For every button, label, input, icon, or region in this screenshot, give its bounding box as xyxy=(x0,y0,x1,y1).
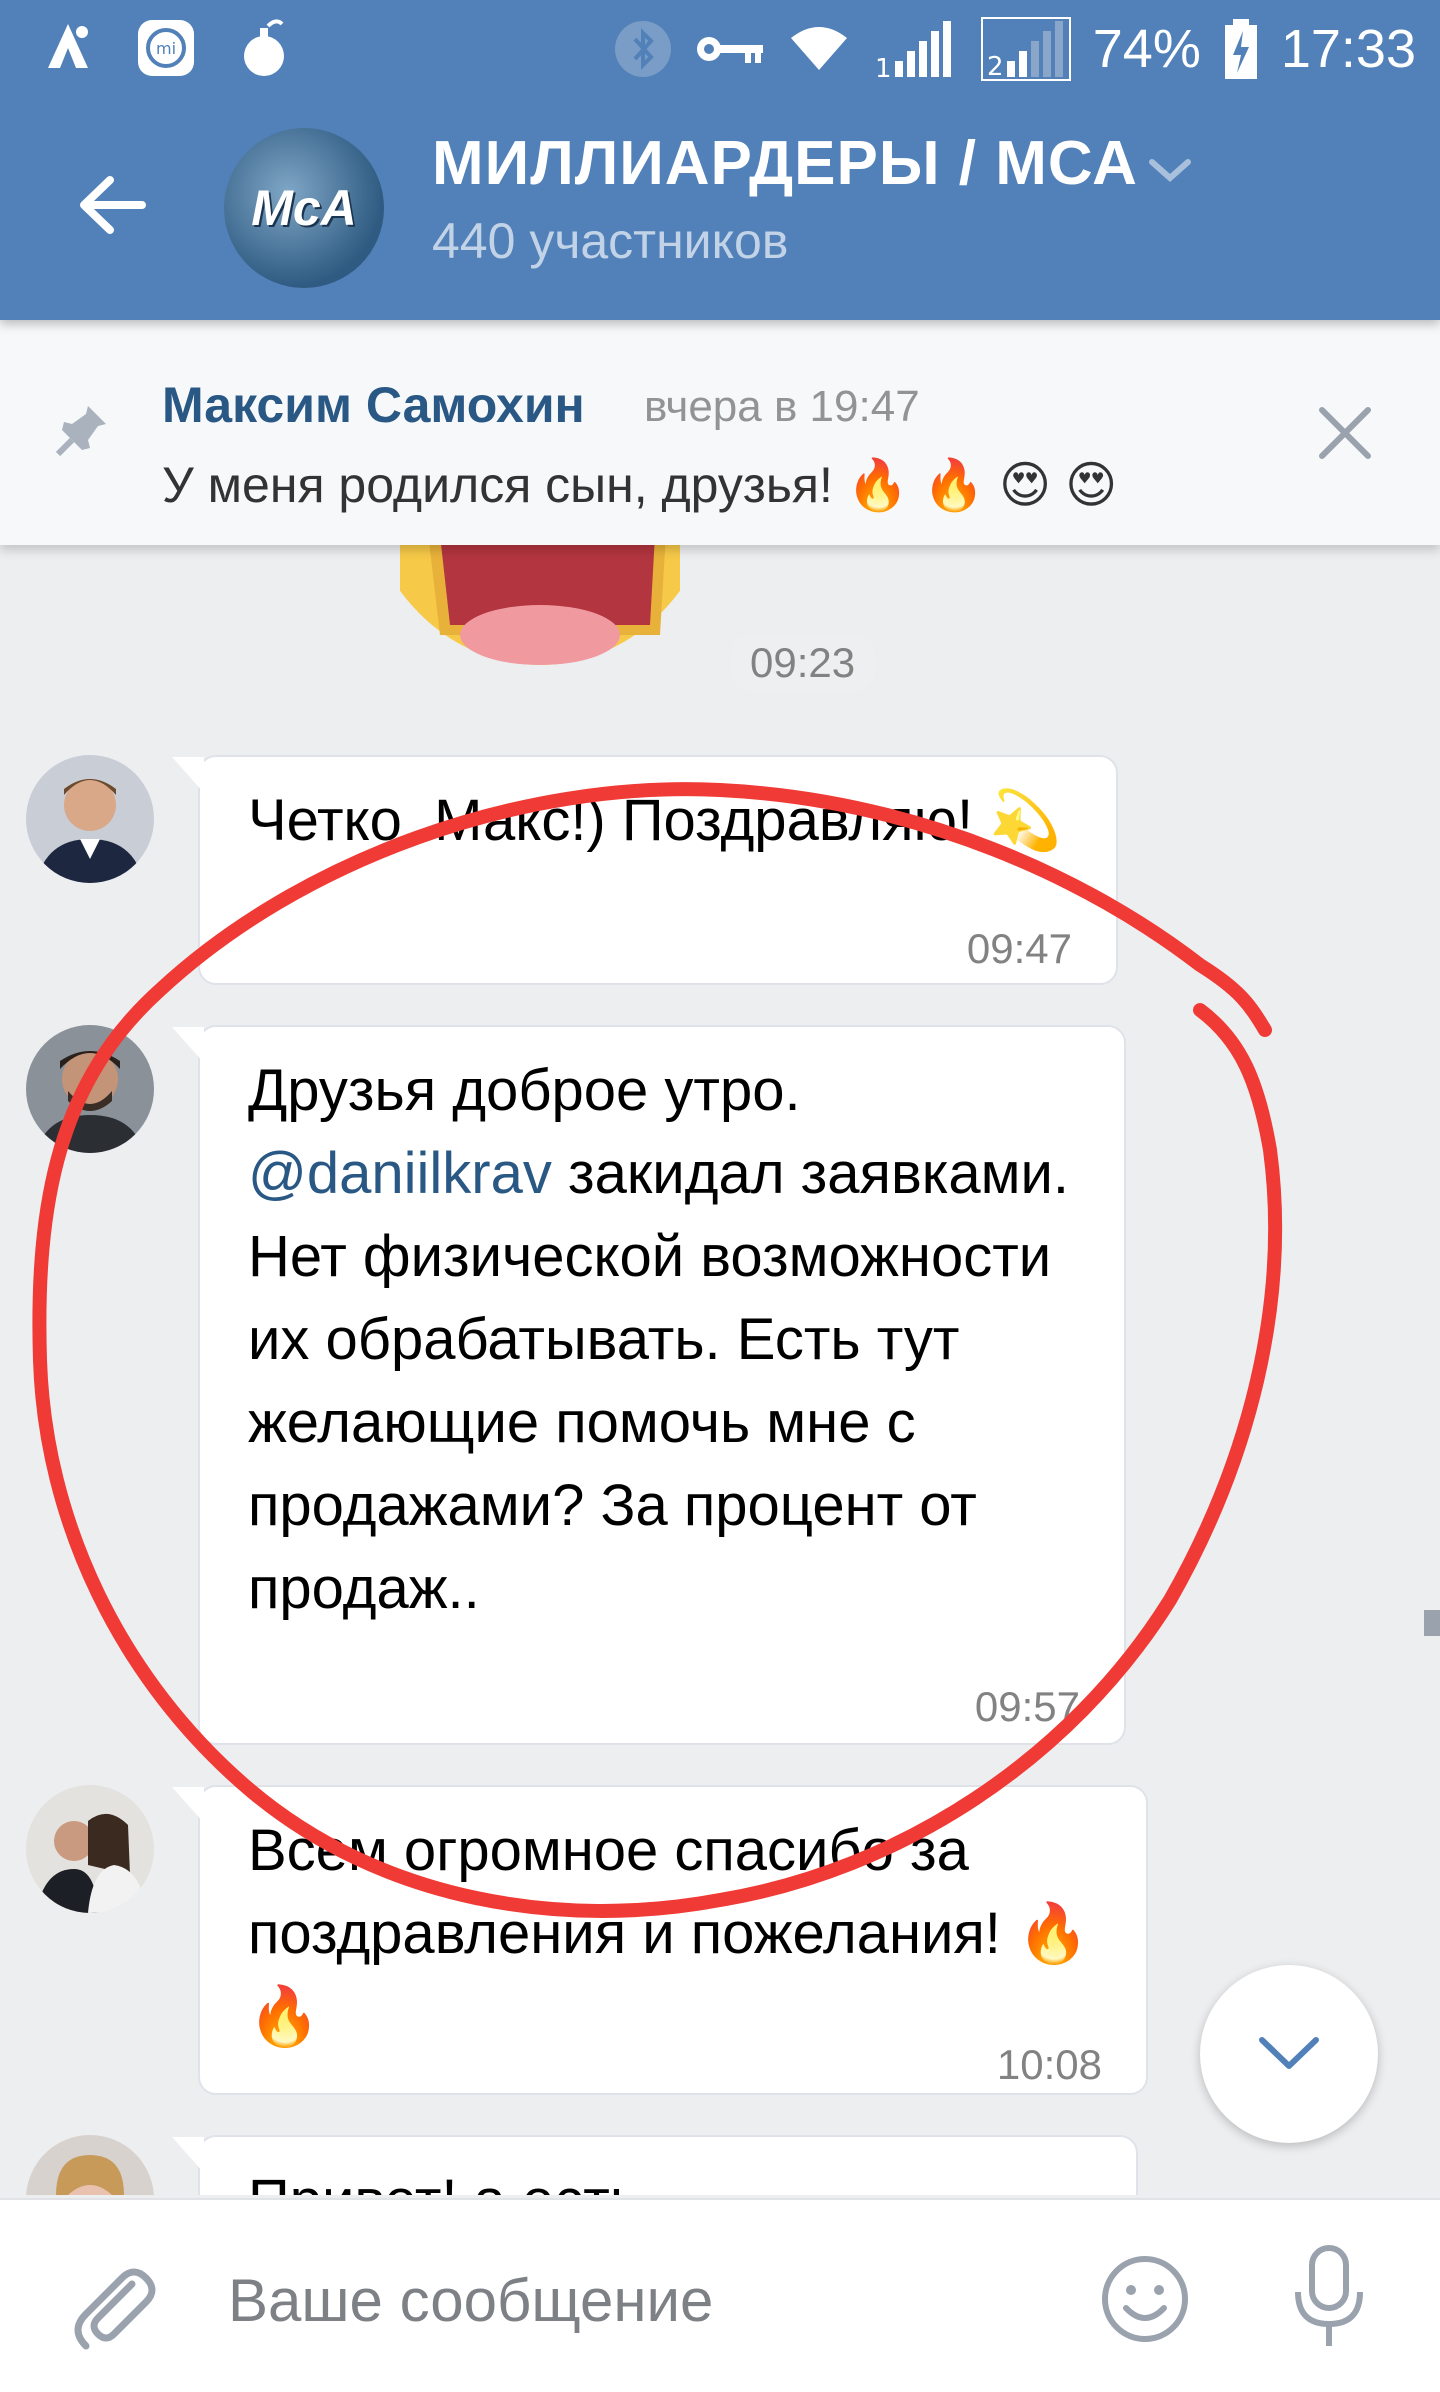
avatar[interactable] xyxy=(26,2135,154,2195)
bomb-icon xyxy=(232,16,296,80)
pinned-time: вчера в 19:47 xyxy=(644,382,920,431)
message-bubble[interactable]: Привет! а есть xyxy=(172,2135,1138,2195)
message-input[interactable] xyxy=(228,2250,988,2350)
close-icon[interactable] xyxy=(1316,404,1374,462)
scrollbar-thumb[interactable] xyxy=(1424,1610,1440,1636)
pinned-message[interactable]: Максим Самохин вчера в 19:47 У меня роди… xyxy=(0,320,1440,545)
sticker xyxy=(400,545,680,665)
message-time: 09:23 xyxy=(730,635,876,691)
svg-text:2: 2 xyxy=(987,52,1004,81)
group-title[interactable]: МИЛЛИАРДЕРЫ / МСА xyxy=(432,128,1138,199)
wifi-icon xyxy=(790,27,847,70)
message-time: 10:08 xyxy=(996,2041,1102,2088)
key-icon xyxy=(696,37,763,63)
message-text: Всем огромное спасибо за поздравления и … xyxy=(248,1818,1090,2049)
back-arrow-icon[interactable] xyxy=(70,160,160,250)
member-count: 440 участников xyxy=(432,213,789,269)
avast-icon xyxy=(36,16,100,80)
status-bar: mi 1 2 74% 17:33 xyxy=(0,0,1440,100)
scroll-down-button[interactable] xyxy=(1200,1965,1378,2143)
mention-link[interactable]: @daniilkrav xyxy=(248,1141,552,1206)
message-text: Четко, Макс!) Поздравляю! 💫 xyxy=(248,788,1062,853)
avatar[interactable] xyxy=(26,1025,154,1153)
pin-icon xyxy=(52,400,112,460)
bluetooth-icon xyxy=(614,21,671,77)
clock: 17:33 xyxy=(1280,19,1416,79)
group-avatar[interactable]: МсА xyxy=(224,128,384,288)
battery-charging-icon xyxy=(1224,19,1257,79)
svg-text:mi: mi xyxy=(156,39,176,58)
svg-text:1: 1 xyxy=(875,54,892,81)
pinned-author[interactable]: Максим Самохин xyxy=(162,376,585,434)
message-bubble[interactable]: Друзья доброе утро. @daniilkrav закидал … xyxy=(172,1025,1126,1745)
smiley-icon[interactable] xyxy=(1100,2254,1190,2344)
message-text-line: Друзья доброе утро. xyxy=(248,1058,801,1123)
message-list[interactable]: 09:23 Четко, Макс!) Поздравляю! 💫 09:47 … xyxy=(0,545,1440,2195)
message-composer xyxy=(0,2198,1440,2392)
microphone-icon[interactable] xyxy=(1286,2244,1372,2352)
message-text-rest: закидал заявками. Нет физической возможн… xyxy=(248,1141,1070,1621)
pinned-text: У меня родился сын, друзья! 🔥 🔥 😍 😍 xyxy=(162,457,1118,513)
avatar[interactable] xyxy=(26,755,154,883)
signal-icon-2: 2 xyxy=(980,17,1071,81)
chevron-down-icon[interactable] xyxy=(1140,150,1200,190)
message-bubble[interactable]: Всем огромное спасибо за поздравления и … xyxy=(172,1785,1148,2095)
mi-icon: mi xyxy=(134,16,198,80)
message-bubble[interactable]: Четко, Макс!) Поздравляю! 💫 09:47 xyxy=(172,755,1118,985)
paperclip-icon[interactable] xyxy=(62,2254,162,2354)
signal-icon: 1 xyxy=(875,21,951,81)
battery-percent: 74% xyxy=(1092,19,1201,79)
avatar[interactable] xyxy=(26,1785,154,1913)
message-text: Друзья доброе утро. @daniilkrav закидал … xyxy=(248,1049,1088,1630)
message-text: Привет! а есть xyxy=(248,2159,1088,2195)
chat-header: mi 1 2 74% 17:33 МсА МИЛЛИАРДЕРЫ / МСА 4… xyxy=(0,0,1440,320)
message-time: 09:57 xyxy=(974,1683,1080,1730)
chevron-down-icon xyxy=(1259,2037,1319,2069)
message-time: 09:47 xyxy=(966,925,1072,972)
